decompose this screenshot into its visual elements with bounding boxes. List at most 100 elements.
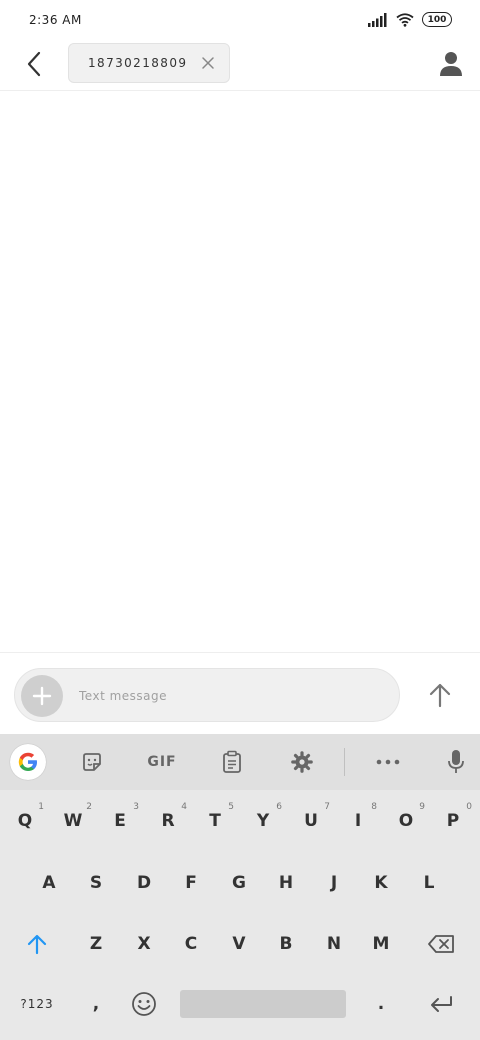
key-label: N	[326, 934, 342, 954]
key-n[interactable]: N	[311, 917, 357, 971]
status-icons: 100	[368, 12, 452, 27]
key-h[interactable]: H	[263, 856, 309, 910]
key-label: R	[161, 811, 175, 831]
key-r[interactable]: 4R	[145, 794, 191, 848]
battery-level: 100	[427, 14, 447, 25]
emoji-key[interactable]	[121, 977, 167, 1031]
key-g[interactable]: G	[216, 856, 262, 910]
period-key[interactable]: .	[358, 977, 404, 1031]
recipient-chip[interactable]: 18730218809	[68, 43, 230, 83]
key-q[interactable]: 1Q	[2, 794, 48, 848]
key-hint: 8	[371, 802, 377, 812]
key-e[interactable]: 3E	[97, 794, 143, 848]
gif-button[interactable]: GIF	[140, 746, 184, 778]
sticker-button[interactable]	[76, 746, 108, 778]
symbols-key[interactable]: ?123	[12, 977, 62, 1031]
key-b[interactable]: B	[263, 917, 309, 971]
key-label: H	[278, 873, 294, 893]
emoji-icon	[132, 992, 156, 1016]
key-label: K	[374, 873, 388, 893]
key-v[interactable]: V	[216, 917, 262, 971]
key-m[interactable]: M	[358, 917, 404, 971]
send-arrow-icon	[429, 683, 451, 708]
key-hint: 2	[86, 802, 92, 812]
toolbar-divider	[344, 748, 345, 776]
key-c[interactable]: C	[168, 917, 214, 971]
key-label: O	[398, 811, 414, 831]
composer-field	[14, 668, 400, 722]
microphone-icon	[448, 750, 464, 773]
sticker-icon	[83, 753, 101, 771]
wifi-icon	[396, 12, 414, 27]
close-icon[interactable]	[201, 56, 215, 70]
backspace-key[interactable]	[418, 917, 464, 971]
more-button[interactable]	[372, 746, 404, 778]
key-label: J	[330, 873, 338, 893]
key-z[interactable]: Z	[73, 917, 119, 971]
key-label: I	[354, 811, 362, 831]
key-k[interactable]: K	[358, 856, 404, 910]
attach-button[interactable]	[21, 675, 63, 717]
key-label: A	[42, 873, 56, 893]
key-label: .	[377, 994, 385, 1014]
conversation-header: 18730218809	[0, 42, 480, 91]
key-i[interactable]: 8I	[335, 794, 381, 848]
key-label: ?123	[20, 997, 54, 1011]
key-hint: 7	[324, 802, 330, 812]
key-s[interactable]: S	[73, 856, 119, 910]
key-hint: 1	[38, 802, 44, 812]
status-bar: 2:36 AM 100	[0, 0, 480, 42]
clipboard-button[interactable]	[216, 746, 248, 778]
key-label: L	[423, 873, 435, 893]
enter-key[interactable]	[418, 977, 464, 1031]
shift-key[interactable]	[14, 917, 60, 971]
space-key[interactable]	[180, 990, 346, 1018]
key-label: V	[232, 934, 246, 954]
keyboard: G I F 1 Q 2 W 3 E 4 R 5 T 6 Y 7 U 8 I 9 O …	[0, 734, 480, 1040]
key-w[interactable]: 2W	[50, 794, 96, 848]
enter-icon	[431, 996, 452, 1012]
message-list	[0, 92, 480, 652]
comma-key[interactable]: ,	[73, 977, 119, 1031]
backspace-icon	[428, 935, 454, 953]
gear-icon	[291, 751, 313, 773]
key-hint: 9	[419, 802, 425, 812]
key-a[interactable]: A	[26, 856, 72, 910]
key-label: P	[446, 811, 460, 831]
shift-icon	[27, 934, 47, 955]
key-y[interactable]: 6Y	[240, 794, 286, 848]
key-label: F	[185, 873, 197, 893]
key-d[interactable]: D	[121, 856, 167, 910]
voice-input-button[interactable]	[440, 746, 472, 778]
key-label: C	[184, 934, 198, 954]
key-label: W	[63, 811, 83, 831]
message-input[interactable]	[79, 685, 379, 707]
clipboard-icon	[223, 750, 241, 773]
settings-button[interactable]	[286, 746, 318, 778]
key-u[interactable]: 7U	[288, 794, 334, 848]
send-button[interactable]	[424, 679, 456, 711]
key-hint: 5	[228, 802, 234, 812]
key-t[interactable]: 5T	[192, 794, 238, 848]
key-label: E	[114, 811, 126, 831]
key-j[interactable]: J	[311, 856, 357, 910]
contact-button[interactable]	[438, 50, 464, 78]
key-x[interactable]: X	[121, 917, 167, 971]
key-label: ,	[92, 994, 100, 1014]
google-button[interactable]	[10, 744, 46, 780]
back-arrow-icon	[27, 51, 41, 77]
key-l[interactable]: L	[406, 856, 452, 910]
google-icon	[18, 752, 37, 771]
key-p[interactable]: 0P	[430, 794, 476, 848]
key-hint: 3	[133, 802, 139, 812]
key-label: M	[372, 934, 390, 954]
key-label: Y	[256, 811, 270, 831]
key-label: B	[279, 934, 293, 954]
key-o[interactable]: 9O	[383, 794, 429, 848]
keyboard-toolbar: GIF	[0, 734, 480, 790]
gif-label: GIF	[147, 754, 177, 770]
key-f[interactable]: F	[168, 856, 214, 910]
recipient-number: 18730218809	[88, 56, 188, 70]
key-label: G	[232, 873, 246, 893]
back-button[interactable]	[20, 50, 48, 78]
